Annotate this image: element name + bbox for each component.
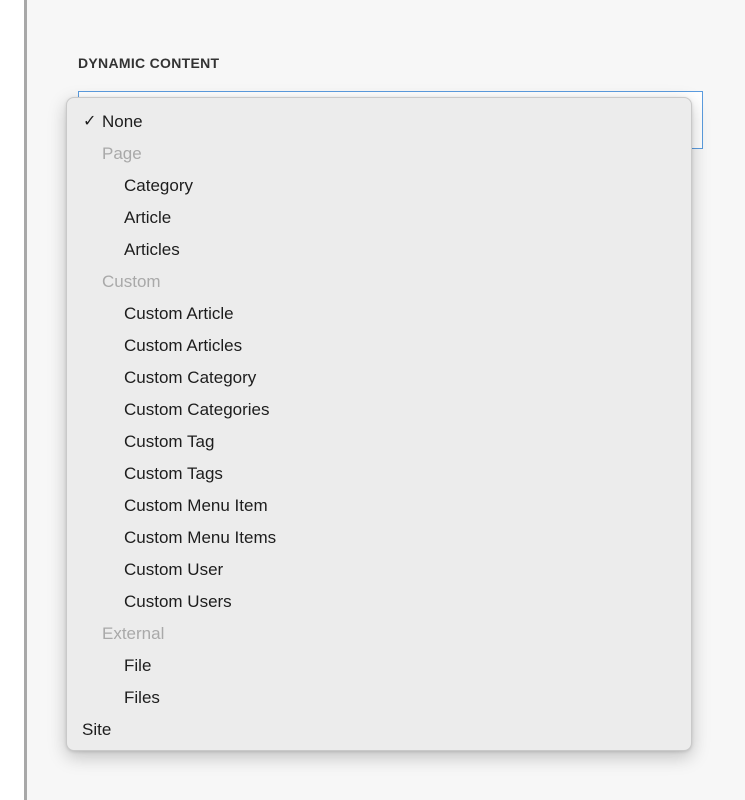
option-site[interactable]: Site	[67, 714, 691, 746]
option-group-page: Page	[102, 144, 142, 163]
checkmark-icon: ✓	[83, 113, 97, 130]
option-custom-categories[interactable]: Custom Categories	[67, 394, 691, 426]
dynamic-content-label: DYNAMIC CONTENT	[78, 55, 220, 71]
option-custom-article[interactable]: Custom Article	[67, 298, 691, 330]
option-group-custom: Custom	[102, 272, 161, 291]
option-custom-tag[interactable]: Custom Tag	[67, 426, 691, 458]
option-custom-menu-item[interactable]: Custom Menu Item	[67, 490, 691, 522]
option-articles[interactable]: Articles	[67, 234, 691, 266]
option-custom-menu-items[interactable]: Custom Menu Items	[67, 522, 691, 554]
option-custom-category[interactable]: Custom Category	[67, 362, 691, 394]
option-custom-articles[interactable]: Custom Articles	[67, 330, 691, 362]
option-files[interactable]: Files	[67, 682, 691, 714]
option-group-external: External	[102, 624, 165, 643]
option-category[interactable]: Category	[67, 170, 691, 202]
page: DYNAMIC CONTENT ✓ None Page Category Art…	[0, 0, 745, 800]
option-none[interactable]: ✓ None	[67, 106, 691, 138]
option-article[interactable]: Article	[67, 202, 691, 234]
option-custom-tags[interactable]: Custom Tags	[67, 458, 691, 490]
option-custom-users[interactable]: Custom Users	[67, 586, 691, 618]
option-file[interactable]: File	[67, 650, 691, 682]
option-custom-user[interactable]: Custom User	[67, 554, 691, 586]
dynamic-content-dropdown-menu[interactable]: ✓ None Page Category Article Articles Cu…	[66, 97, 692, 751]
option-label: None	[102, 112, 143, 131]
